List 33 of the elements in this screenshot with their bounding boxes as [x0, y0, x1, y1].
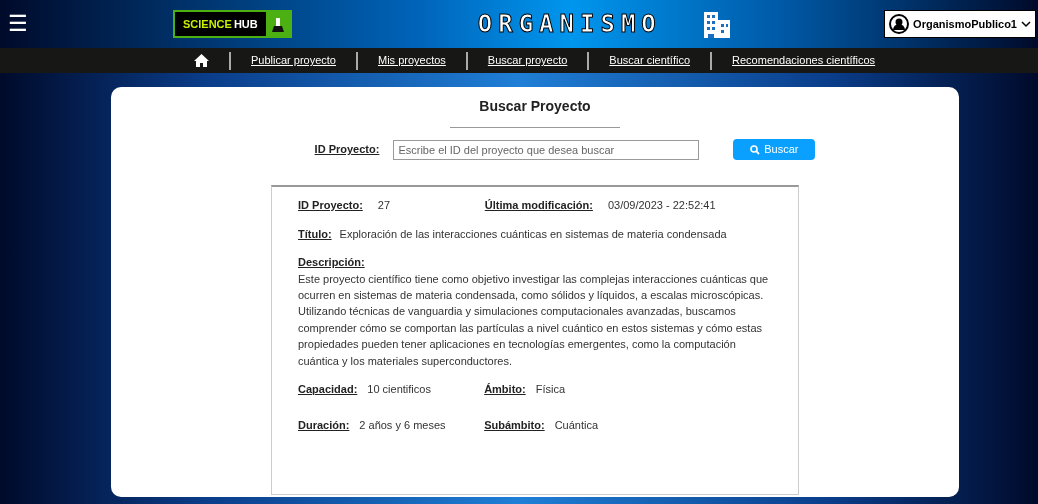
search-icon [750, 144, 761, 155]
nav-link[interactable]: Recomendaciones científicos [732, 52, 876, 69]
menu-icon[interactable]: ☰ [8, 13, 28, 35]
field-value: Cuántica [554, 418, 599, 434]
field-value: 03/09/2023 - 22:52:41 [607, 198, 716, 213]
nav-link[interactable]: Buscar científico [609, 52, 691, 69]
field-label: Última modificación: [484, 198, 593, 213]
home-icon[interactable] [194, 54, 209, 67]
field-value: 27 [377, 198, 391, 213]
field-label: Descripción: [298, 255, 365, 270]
user-menu[interactable]: OrganismoPublico1 [884, 10, 1036, 38]
nav-link[interactable]: Mis proyectos [378, 52, 446, 69]
page-heading: Buscar Proyecto [479, 97, 591, 116]
field-label: Título: [298, 226, 332, 242]
nav-link[interactable]: Publicar proyecto [251, 52, 336, 69]
field-value: Física [535, 381, 566, 397]
description-text: Este proyecto científico tiene como objetivo investigar las complejas interacciones cuánticas que ocurren en sistemas de materia condensada, como sólidos y líquidos, a escalas microscópicas. Utilizando técnicas de vanguardia y simulaciones computacionales avanzadas, buscamos comprender cómo se comportan las partículas a nivel cuántico en estos sistemas y cómo estas propiedades pueden tener aplicaciones en tecnologías emergentes, como la computación cuántica y los materiales superconductores. [298, 271, 770, 369]
field-label: Subámbito: [484, 418, 545, 434]
field-value: 10 cientificos [367, 381, 431, 397]
building-icon [701, 10, 732, 38]
field-label: Ámbito: [484, 381, 526, 397]
logo-text: HUB [233, 16, 259, 32]
field-value: 2 años y 6 meses [359, 418, 446, 434]
app-title: ORGANISMO [477, 9, 662, 40]
chevron-down-icon [1021, 20, 1031, 28]
field-label: ID Proyecto: [298, 198, 363, 213]
avatar-icon [889, 14, 910, 34]
field-label: Duración: [298, 418, 350, 434]
field-label: ID Proyecto: [314, 142, 380, 158]
field-value: Exploración de las interacciones cuánticas en sistemas de materia condensada [339, 226, 727, 242]
nav-link[interactable]: Buscar proyecto [487, 52, 568, 69]
field-label: Capacidad: [298, 381, 358, 397]
project-id-input[interactable]: Escribe el ID del proyecto que desea buscar [393, 139, 700, 160]
